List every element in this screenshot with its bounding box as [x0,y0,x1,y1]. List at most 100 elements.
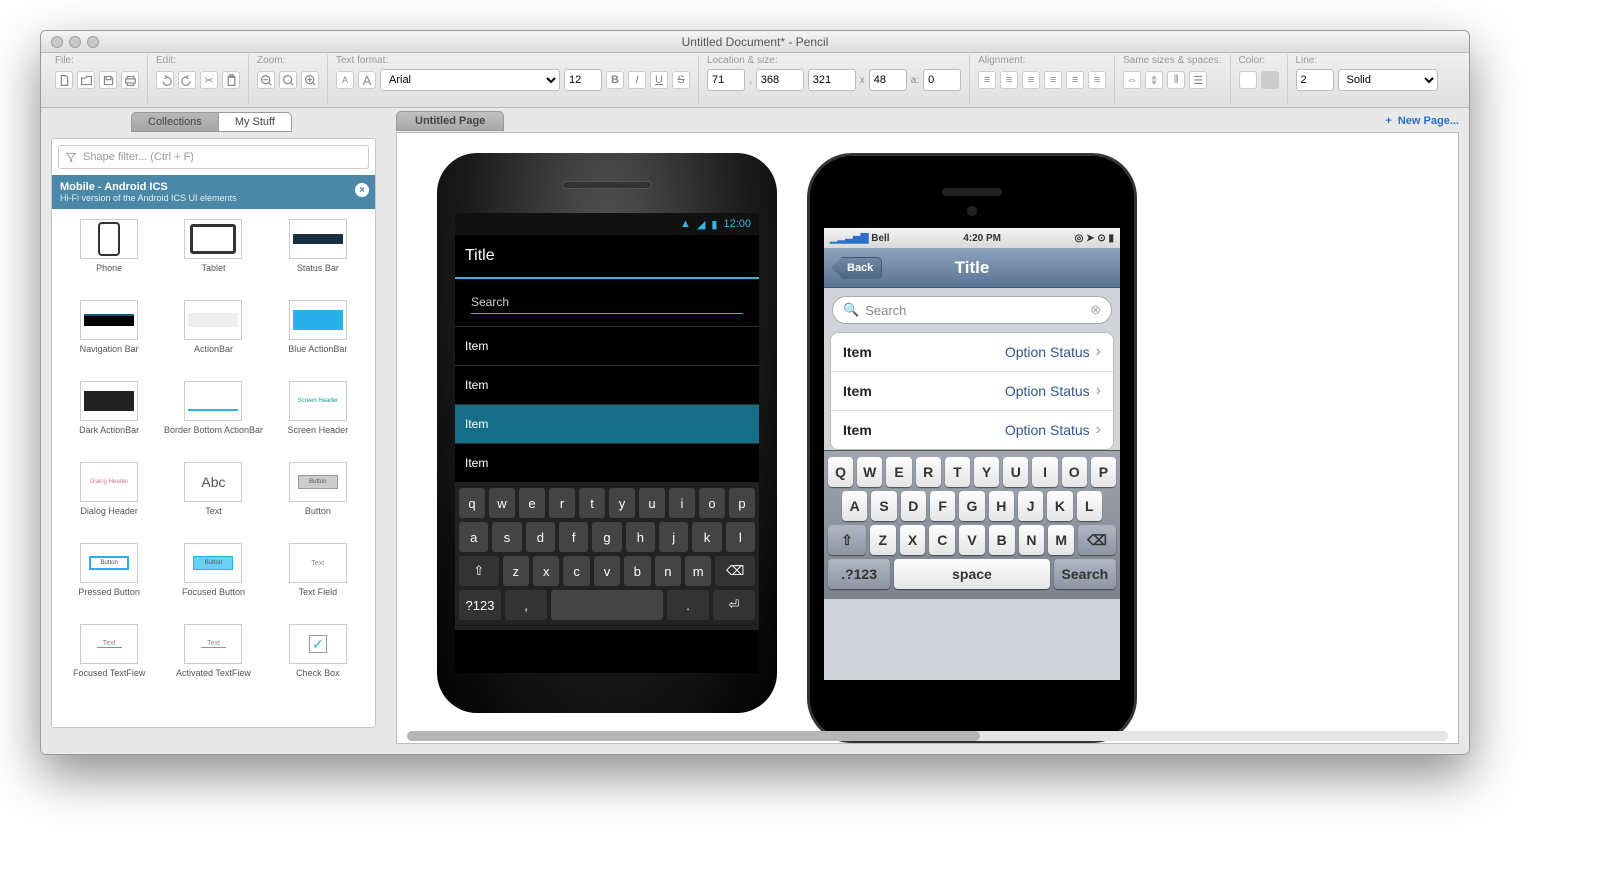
same-w-icon[interactable]: ⇔ [1123,71,1141,89]
shape-item[interactable]: Blue ActionBar [267,300,369,375]
key[interactable]: r [549,488,575,518]
mic-key[interactable]: , [505,590,547,620]
numkey[interactable]: .?123 [828,559,890,589]
key[interactable]: A [842,491,867,521]
key[interactable]: f [559,522,588,552]
key[interactable]: S [871,491,896,521]
key[interactable]: J [1018,491,1043,521]
key[interactable]: x [533,556,559,586]
enter-key[interactable]: ⏎ [713,590,755,620]
key[interactable]: P [1091,457,1116,487]
backspace-key[interactable]: ⌫ [715,556,755,586]
key[interactable]: a [459,522,488,552]
new-page-button[interactable]: + New Page... [1385,115,1459,127]
zoom-out-icon[interactable] [257,71,275,89]
tab-mystuff[interactable]: My Stuff [218,112,292,132]
iphone-list-item[interactable]: ItemOption Status › [831,372,1113,411]
shape-item[interactable]: TextFocused TextFiew [58,624,160,699]
size-h-input[interactable] [869,69,907,91]
android-list-item[interactable]: Item [455,443,759,482]
key[interactable]: m [685,556,711,586]
key[interactable]: t [579,488,605,518]
undo-icon[interactable] [156,71,174,89]
font-inc-icon[interactable]: A [358,71,376,89]
key[interactable]: L [1077,491,1102,521]
key[interactable]: G [959,491,984,521]
page-tab[interactable]: Untitled Page [396,111,504,131]
iphone-list-item[interactable]: ItemOption Status › [831,333,1113,372]
open-file-icon[interactable] [77,71,95,89]
key[interactable]: T [945,457,970,487]
key[interactable]: d [526,522,555,552]
font-select[interactable]: Arial [380,69,560,91]
period-key[interactable]: . [667,590,709,620]
key[interactable]: V [959,525,985,555]
key[interactable]: F [930,491,955,521]
align-top-icon[interactable]: ≡ [1044,71,1062,89]
key[interactable]: v [594,556,620,586]
category-close-icon[interactable]: × [355,183,369,197]
shape-item[interactable]: Border Bottom ActionBar [162,381,264,456]
tab-collections[interactable]: Collections [131,112,218,132]
android-list-item[interactable]: Item [455,365,759,404]
save-file-icon[interactable] [99,71,117,89]
android-search-field[interactable]: Search [471,291,743,314]
key[interactable]: Y [974,457,999,487]
font-dec-icon[interactable]: A [336,71,354,89]
angle-input[interactable] [923,69,961,91]
underline-icon[interactable]: U [650,71,668,89]
loc-y-input[interactable] [756,69,804,91]
space-key[interactable] [551,590,663,620]
space-v-icon[interactable]: ☰ [1189,71,1207,89]
line-width-input[interactable] [1296,69,1334,91]
shape-item[interactable]: Screen HeaderScreen Header [267,381,369,456]
category-header[interactable]: Mobile - Android ICS Hi-Fi version of th… [52,175,375,209]
zoom-in-icon[interactable] [301,71,319,89]
shift-key[interactable]: ⇧ [459,556,499,586]
key[interactable]: w [489,488,515,518]
new-file-icon[interactable] [55,71,73,89]
key[interactable]: b [624,556,650,586]
key[interactable]: u [639,488,665,518]
key[interactable]: U [1003,457,1028,487]
key[interactable]: D [901,491,926,521]
redo-icon[interactable] [178,71,196,89]
shape-item[interactable]: ButtonPressed Button [58,543,160,618]
align-right-icon[interactable]: ≡ [1022,71,1040,89]
key[interactable]: z [503,556,529,586]
align-left-icon[interactable]: ≡ [978,71,996,89]
italic-icon[interactable]: I [628,71,646,89]
android-phone-mockup[interactable]: ▲◢▮ 12:00 Title Search ItemItemItemItem … [437,153,777,713]
key[interactable]: H [989,491,1014,521]
line-style-select[interactable]: Solid [1338,69,1438,91]
key[interactable]: n [655,556,681,586]
shape-item[interactable]: Navigation Bar [58,300,160,375]
space-key[interactable]: space [894,559,1050,589]
key[interactable]: s [492,522,521,552]
sym-key[interactable]: ?123 [459,590,501,620]
key[interactable]: I [1032,457,1057,487]
search-key[interactable]: Search [1054,559,1116,589]
same-h-icon[interactable]: ⇕ [1145,71,1163,89]
key[interactable]: W [857,457,882,487]
zoom-reset-icon[interactable] [279,71,297,89]
key[interactable]: E [886,457,911,487]
shape-item[interactable]: Phone [58,219,160,294]
key[interactable]: g [592,522,621,552]
key[interactable]: q [459,488,485,518]
backspace-key[interactable]: ⌫ [1078,525,1116,555]
align-bottom-icon[interactable]: ≡ [1088,71,1106,89]
stroke-color-icon[interactable] [1261,71,1279,89]
key[interactable]: K [1047,491,1072,521]
key[interactable]: i [669,488,695,518]
font-size-input[interactable] [564,69,602,91]
loc-x-input[interactable] [707,69,745,91]
key[interactable]: Q [828,457,853,487]
shape-item[interactable]: Dark ActionBar [58,381,160,456]
android-list-item[interactable]: Item [455,326,759,365]
shape-item[interactable]: Dialog HeaderDialog Header [58,462,160,537]
key[interactable]: M [1048,525,1074,555]
shape-item[interactable]: TextActivated TextFiew [162,624,264,699]
horizontal-scrollbar[interactable] [407,731,1448,741]
iphone-mockup[interactable]: ▁▂▃▅▇ Bell 4:20 PM ◎ ➤ ⊙ ▮ Back Title 🔍S… [807,153,1137,743]
